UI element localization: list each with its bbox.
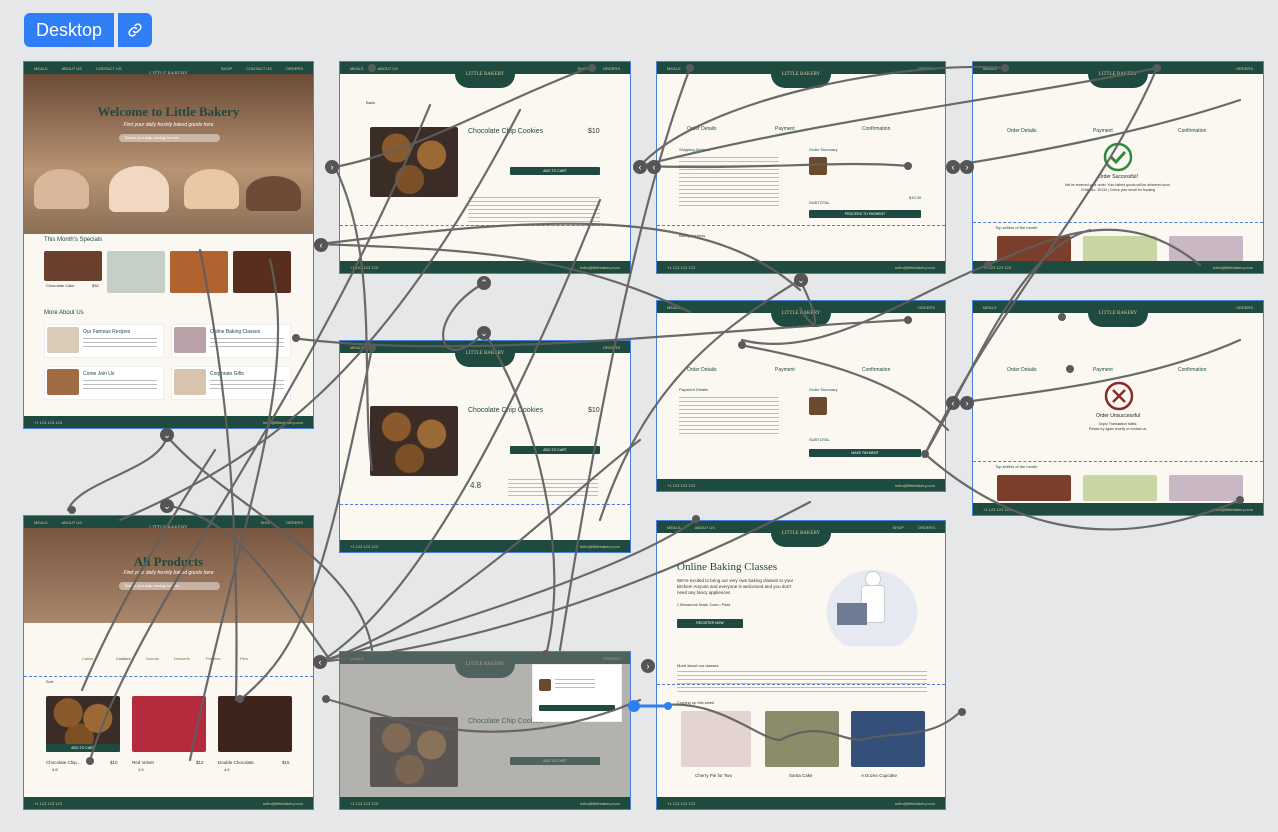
chevron-right-icon[interactable]: › [641,659,655,673]
connection-node[interactable] [921,450,929,458]
connection-node[interactable] [542,650,550,658]
chevron-left-icon[interactable]: ‹ [314,238,328,252]
chevron-down-icon[interactable]: ⌄ [794,273,808,287]
chevron-down-icon[interactable]: ⌄ [160,428,174,442]
connection-node[interactable] [368,344,376,352]
connection-node[interactable] [236,695,244,703]
chevron-up-icon[interactable]: ⌃ [477,276,491,290]
connection-node[interactable] [322,695,330,703]
chevron-left-icon[interactable]: ‹ [647,160,661,174]
chevron-left-icon[interactable]: ‹ [946,396,960,410]
connection-end-handle[interactable] [664,702,672,710]
connection-node[interactable] [292,334,300,342]
connection-node[interactable] [68,506,76,514]
connection-node[interactable] [984,261,992,269]
chevron-right-icon[interactable]: › [960,396,974,410]
chevron-left-icon[interactable]: ‹ [633,160,647,174]
connection-node[interactable] [904,316,912,324]
chevron-right-icon[interactable]: › [960,160,974,174]
connection-node[interactable] [588,64,596,72]
connection-node[interactable] [1001,64,1009,72]
prototype-connections [66,65,1242,762]
connection-node[interactable] [1058,313,1066,321]
connection-node[interactable] [958,708,966,716]
chevron-left-icon[interactable]: ‹ [313,655,327,669]
chevron-down-icon[interactable]: ⌄ [477,326,491,340]
connection-node[interactable] [738,341,746,349]
connection-node[interactable] [1236,496,1244,504]
prototype-canvas[interactable]: Desktop MEALS ABOUT US CONTACT US SHOP CONT… [0,0,1278,832]
connection-node[interactable] [1066,365,1074,373]
connection-node[interactable] [686,64,694,72]
connection-start-handle[interactable] [628,700,640,712]
chevron-right-icon[interactable]: › [325,160,339,174]
connection-node[interactable] [86,757,94,765]
connection-node[interactable] [692,515,700,523]
connection-node[interactable] [368,64,376,72]
chevron-down-icon[interactable]: ⌄ [160,499,174,513]
connection-node[interactable] [1153,64,1161,72]
connection-node[interactable] [904,162,912,170]
chevron-left-icon[interactable]: ‹ [946,160,960,174]
